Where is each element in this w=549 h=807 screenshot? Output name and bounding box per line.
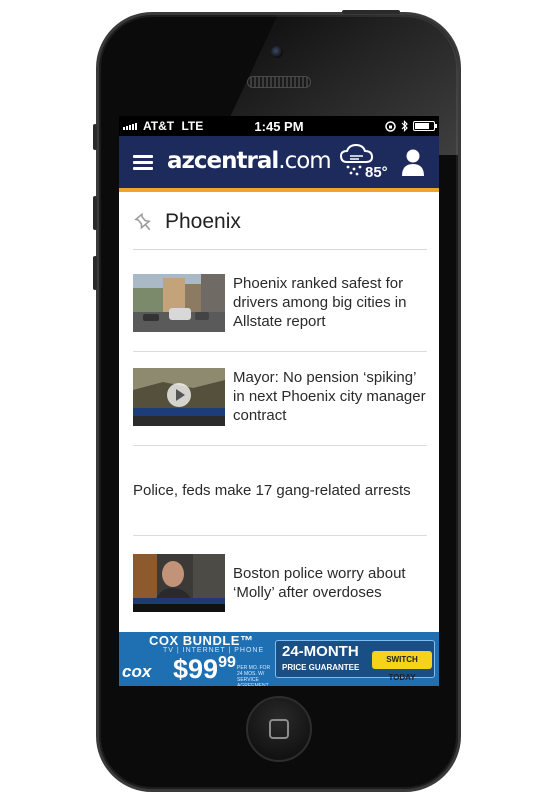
story-item[interactable]: Police, feds make 17 gang-related arrest… — [133, 446, 427, 536]
phone-screen: AT&T LTE 1:45 PM azcentral.com 85° Phoen… — [119, 116, 439, 686]
story-headline[interactable]: Police, feds make 17 gang-related arrest… — [133, 481, 427, 500]
section-header: Phoenix — [133, 206, 427, 250]
logo-suffix: .com — [278, 148, 331, 174]
story-thumbnail[interactable] — [133, 554, 225, 612]
story-thumbnail[interactable] — [133, 368, 225, 426]
story-headline[interactable]: Phoenix ranked safest for drivers among … — [233, 274, 427, 331]
bluetooth-icon — [401, 120, 408, 132]
volume-up-button — [93, 196, 97, 230]
ad-price-dollars: $99 — [173, 654, 219, 684]
play-icon[interactable] — [166, 382, 192, 408]
home-button[interactable] — [246, 696, 312, 762]
mute-switch — [93, 124, 97, 150]
volume-down-button — [93, 256, 97, 290]
ad-offer-months: 24-MONTH — [282, 643, 359, 660]
battery-icon — [413, 121, 437, 131]
power-button — [342, 10, 400, 14]
street-photo — [133, 274, 225, 332]
rotation-lock-icon — [385, 120, 396, 132]
ad-price: $9999 — [173, 654, 236, 685]
ad-brand-logo: cox — [122, 662, 152, 681]
pin-icon[interactable] — [133, 212, 155, 234]
app-header: azcentral.com 85° — [119, 136, 439, 192]
ad-banner[interactable]: COX BUNDLE™ TV | INTERNET | PHONE cox $9… — [119, 632, 439, 686]
story-thumbnail[interactable] — [133, 274, 225, 332]
story-item[interactable]: Phoenix ranked safest for drivers among … — [133, 254, 427, 352]
ad-fine-print: PER MO. FOR 24 MOS. W/ SERVICE AGREEMENT — [237, 665, 271, 686]
ad-switch-today-button[interactable]: SWITCH TODAY — [372, 651, 432, 682]
story-item[interactable]: Boston police worry about ‘Molly’ after … — [133, 536, 427, 632]
ad-title: COX BUNDLE™ — [149, 633, 254, 648]
press-conference-photo — [133, 554, 225, 612]
status-icons — [385, 120, 437, 132]
status-bar: AT&T LTE 1:45 PM — [119, 116, 439, 136]
earpiece-speaker — [247, 76, 311, 88]
story-headline[interactable]: Mayor: No pension ‘spiking’ in next Phoe… — [233, 368, 427, 425]
story-item[interactable]: Mayor: No pension ‘spiking’ in next Phoe… — [133, 352, 427, 446]
menu-icon[interactable] — [133, 155, 153, 171]
weather-widget[interactable]: 85° — [339, 142, 399, 186]
temperature: 85° — [365, 164, 388, 181]
ad-offer-guarantee: PRICE GUARANTEE — [282, 663, 360, 672]
section-title: Phoenix — [165, 210, 241, 233]
story-headline[interactable]: Boston police worry about ‘Molly’ after … — [233, 564, 427, 602]
site-logo[interactable]: azcentral.com — [167, 148, 332, 174]
home-square-icon — [269, 719, 289, 739]
logo-main: azcentral — [167, 148, 279, 174]
front-camera — [271, 46, 283, 58]
profile-icon[interactable] — [402, 148, 424, 176]
ad-offer-box: 24-MONTH PRICE GUARANTEE SWITCH TODAY — [275, 640, 435, 682]
ad-subtitle: TV | INTERNET | PHONE — [163, 647, 265, 654]
ad-price-cents: 99 — [218, 654, 236, 671]
